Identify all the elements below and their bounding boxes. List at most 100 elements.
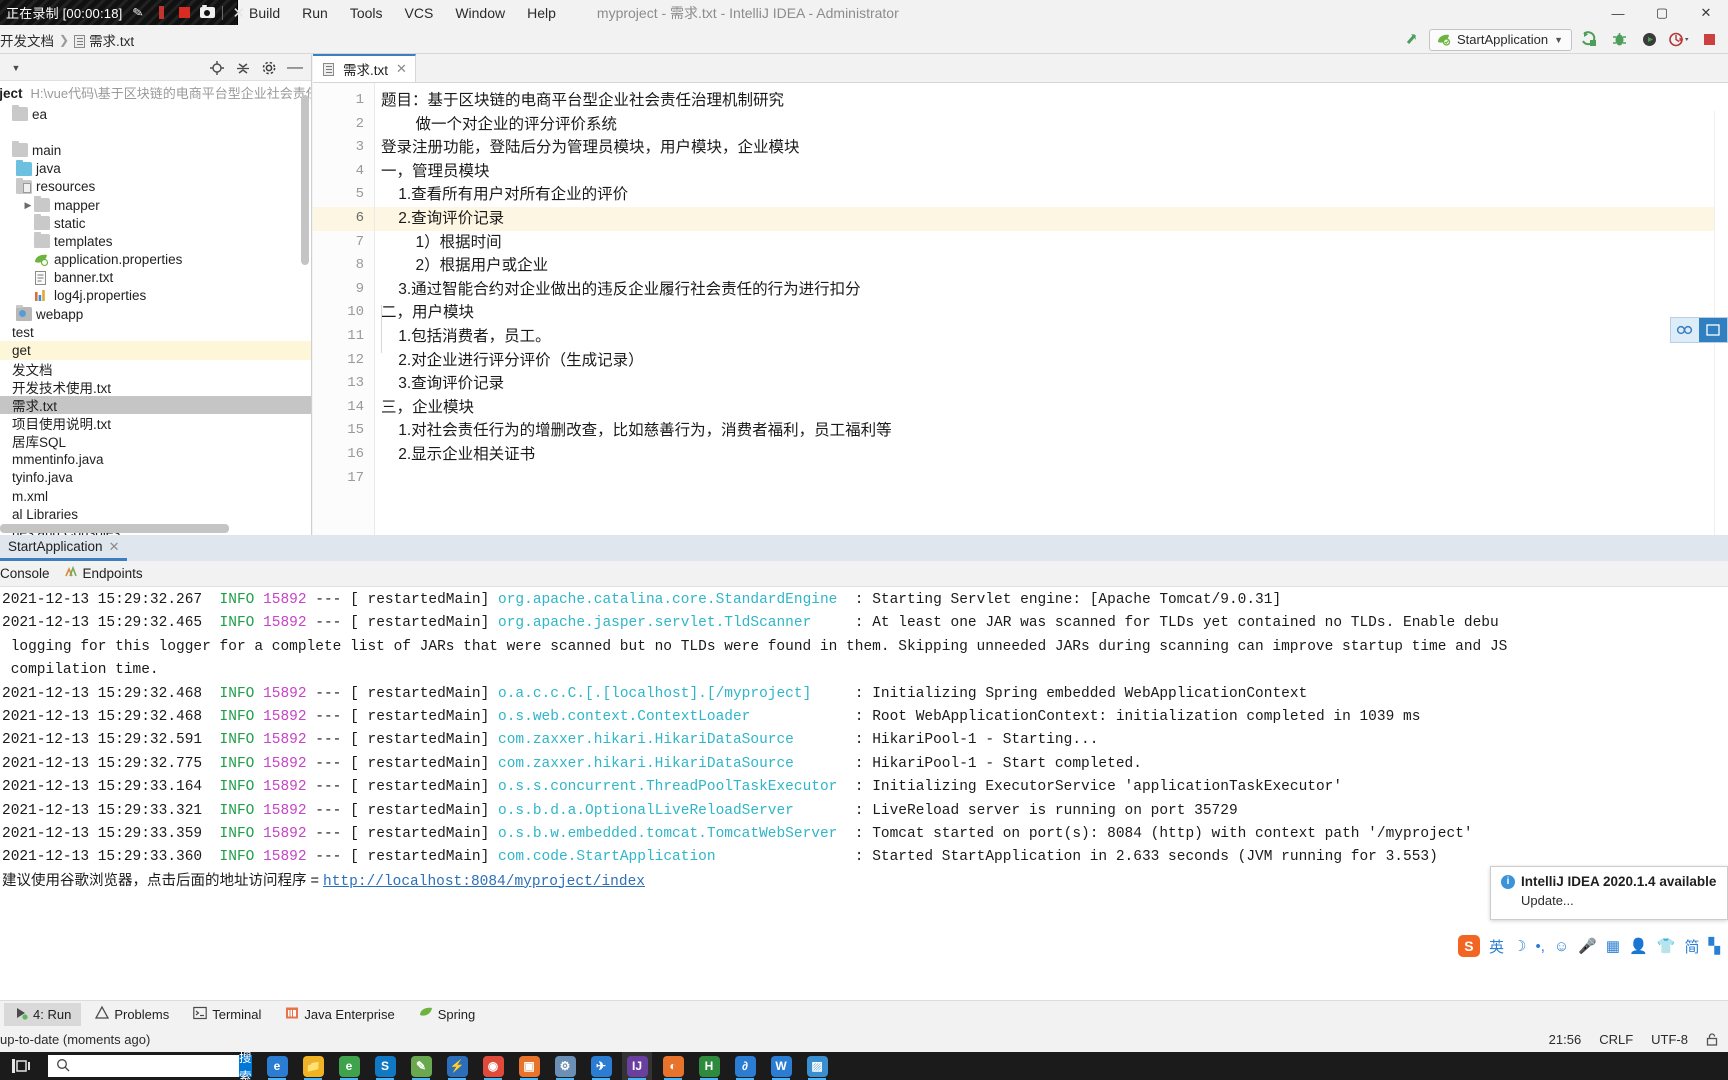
- menu-item-vcs[interactable]: VCS: [394, 0, 445, 26]
- profile-icon[interactable]: [1666, 28, 1692, 52]
- search-input[interactable]: [70, 1058, 239, 1074]
- ime-skin-icon[interactable]: 👕: [1657, 937, 1676, 955]
- search-button[interactable]: 搜索: [239, 1051, 252, 1080]
- editor-line[interactable]: 2.显示企业相关证书: [375, 443, 1728, 467]
- console-url-line[interactable]: 建议使用谷歌浏览器，点击后面的地址访问程序 = http://localhost…: [0, 870, 1728, 893]
- tree-item[interactable]: 开发技术使用.txt: [0, 378, 311, 396]
- app-orange-icon[interactable]: ▣: [514, 1052, 544, 1080]
- editor-line[interactable]: 二，用户模块: [375, 301, 1728, 325]
- tool-window-button-java-enterprise[interactable]: Java Enterprise: [275, 1003, 404, 1026]
- hbuilder-icon[interactable]: H: [694, 1052, 724, 1080]
- file-explorer-icon[interactable]: 📁: [298, 1052, 328, 1080]
- tree-item[interactable]: banner.txt: [0, 269, 311, 287]
- tree-item[interactable]: test: [0, 323, 311, 341]
- tree-item[interactable]: java: [0, 159, 311, 178]
- wps-icon[interactable]: W: [766, 1052, 796, 1080]
- tree-item[interactable]: 需求.txt: [0, 396, 311, 415]
- build-icon[interactable]: [1399, 28, 1425, 52]
- close-button[interactable]: ✕: [1684, 0, 1728, 26]
- run-configuration-selector[interactable]: StartApplication ▼: [1429, 28, 1572, 51]
- collapse-dropdown-icon[interactable]: ▼: [4, 57, 28, 79]
- taskbar-search[interactable]: 搜索: [48, 1051, 252, 1080]
- maximize-button[interactable]: ▢: [1640, 0, 1684, 26]
- chrome-icon[interactable]: ◉: [478, 1052, 508, 1080]
- project-tree[interactable]: ea main java resources ▶ mapper static template…: [0, 105, 311, 535]
- gear-icon[interactable]: [257, 57, 281, 79]
- editor-line[interactable]: [375, 467, 1728, 491]
- tree-item[interactable]: ▶ mapper: [0, 196, 311, 214]
- tree-item[interactable]: 居库SQL: [0, 432, 311, 450]
- media-icon[interactable]: ◐: [658, 1052, 688, 1080]
- meeting-icon[interactable]: ✈: [586, 1052, 616, 1080]
- stop-icon[interactable]: [1696, 28, 1722, 52]
- edge-icon[interactable]: e: [262, 1052, 292, 1080]
- tree-item[interactable]: 发文档: [0, 360, 311, 378]
- tree-item[interactable]: mmentinfo.java: [0, 451, 311, 469]
- menu-item-help[interactable]: Help: [516, 0, 567, 26]
- editor-line[interactable]: 2.查询评价记录: [375, 206, 1728, 231]
- tree-item[interactable]: application.properties: [0, 251, 311, 269]
- subtab-endpoints[interactable]: Endpoints: [64, 565, 143, 582]
- editor-tab-requirements[interactable]: 需求.txt ✕: [313, 54, 416, 82]
- preview-icon[interactable]: [1671, 318, 1699, 342]
- editor-line[interactable]: 一，管理员模块: [375, 160, 1728, 184]
- tool-icon[interactable]: ⚙: [550, 1052, 580, 1080]
- status-encoding[interactable]: UTF-8: [1651, 1032, 1688, 1047]
- tree-item[interactable]: ea: [0, 105, 311, 123]
- editor-line[interactable]: 3.通过智能合约对企业做出的违反企业履行社会责任的行为进行扣分: [375, 278, 1728, 302]
- editor-line[interactable]: 1.对社会责任行为的增删改查，比如慈善行为，消费者福利，员工福利等: [375, 419, 1728, 443]
- tree-item[interactable]: static: [0, 214, 311, 232]
- editor-line[interactable]: 1.包括消费者，员工。: [375, 325, 1728, 349]
- run-tab-close-icon[interactable]: ✕: [109, 539, 120, 555]
- tree-expand-arrow[interactable]: ▶: [22, 200, 34, 211]
- console-url-link[interactable]: http://localhost:8084/myproject/index: [323, 874, 645, 890]
- editor-line[interactable]: 3.查询评价记录: [375, 372, 1728, 396]
- menu-item-window[interactable]: Window: [444, 0, 516, 26]
- ps-icon[interactable]: ∂: [730, 1052, 760, 1080]
- thunder-icon[interactable]: ⚡: [442, 1052, 472, 1080]
- run-with-coverage-icon[interactable]: [1636, 28, 1662, 52]
- tool-window-button-terminal[interactable]: Terminal: [183, 1003, 271, 1026]
- lock-icon[interactable]: [1706, 1033, 1718, 1046]
- intellij-icon[interactable]: IJ: [622, 1052, 652, 1080]
- status-line-separator[interactable]: CRLF: [1599, 1032, 1633, 1047]
- tree-item[interactable]: webapp: [0, 305, 311, 323]
- collapse-all-icon[interactable]: [231, 57, 255, 79]
- run-icon[interactable]: [1576, 28, 1602, 52]
- ime-keyboard-icon[interactable]: ▦: [1606, 937, 1620, 955]
- code-editor[interactable]: 1 2 3 4 5 6 7 8 9 10 11 12 13 14 15 16 17 题目：基于区块链的电商平台型…: [313, 83, 1728, 563]
- browser-360-icon[interactable]: e: [334, 1052, 364, 1080]
- ime-menu-icon[interactable]: ▚: [1708, 937, 1720, 955]
- ime-moon-icon[interactable]: ☽: [1513, 937, 1526, 955]
- tree-item[interactable]: tyinfo.java: [0, 469, 311, 487]
- editor-line[interactable]: 三，企业模块: [375, 396, 1728, 420]
- editor-text[interactable]: 题目：基于区块链的电商平台型企业社会责任治理机制研究 做一个对企业的评分评价系统…: [375, 83, 1728, 535]
- editor-line[interactable]: 登录注册功能，登陆后分为管理员模块，用户模块，企业模块: [375, 136, 1728, 160]
- update-notification[interactable]: i IntelliJ IDEA 2020.1.4 available Updat…: [1490, 866, 1728, 920]
- camera-icon[interactable]: [199, 5, 215, 21]
- skype-icon[interactable]: S: [370, 1052, 400, 1080]
- editor-line[interactable]: 2）根据用户或企业: [375, 254, 1728, 278]
- tree-item[interactable]: [0, 123, 311, 141]
- preview-open-icon[interactable]: [1699, 318, 1727, 342]
- task-view-icon[interactable]: [0, 1052, 44, 1080]
- editor-line[interactable]: 2.对企业进行评分评价（生成记录）: [375, 349, 1728, 373]
- other-icon[interactable]: ▨: [802, 1052, 832, 1080]
- tree-item[interactable]: main: [0, 141, 311, 159]
- editor-line[interactable]: 题目：基于区块链的电商平台型企业社会责任治理机制研究: [375, 89, 1728, 113]
- pause-icon[interactable]: [153, 5, 169, 21]
- tree-item[interactable]: log4j.properties: [0, 287, 311, 305]
- menu-item-build[interactable]: Build: [238, 0, 291, 26]
- ime-language-icon[interactable]: 英: [1489, 936, 1504, 957]
- chevron-down-icon[interactable]: ▼: [1554, 35, 1563, 45]
- editor-line[interactable]: 1.查看所有用户对所有企业的评价: [375, 183, 1728, 207]
- ime-user-icon[interactable]: 👤: [1629, 937, 1648, 955]
- tool-window-button-4-run[interactable]: 4: Run: [4, 1002, 82, 1026]
- breadcrumb-item-file[interactable]: 需求.txt: [74, 30, 134, 50]
- notification-action[interactable]: Update...: [1521, 893, 1717, 908]
- record-icon[interactable]: [176, 5, 192, 21]
- editor-tab-close-icon[interactable]: ✕: [396, 61, 407, 77]
- sidebar-horizontal-scrollbar[interactable]: [0, 524, 229, 533]
- minimize-button[interactable]: —: [1596, 0, 1640, 26]
- ime-voice-icon[interactable]: 🎤: [1578, 937, 1597, 955]
